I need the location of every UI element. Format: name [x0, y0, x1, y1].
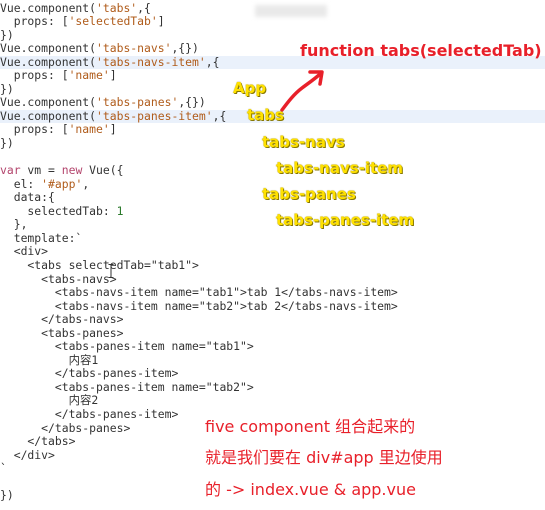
code-line: <tabs-navs-item name="tab2">tab 2</tabs-… — [0, 298, 398, 313]
function-annotation: function tabs(selectedTab) — [300, 41, 542, 60]
code-line: props: ['name'] — [0, 68, 117, 83]
code-line: template:` — [0, 230, 83, 245]
code-line: <tabs-navs> — [0, 271, 117, 286]
tree-app: App — [233, 79, 267, 97]
tree-tabs-navs: tabs-navs — [262, 133, 345, 151]
tree-tabs-panes: tabs-panes — [262, 185, 356, 203]
code-line: selectedTab: 1 — [0, 203, 124, 218]
text-cursor-icon — [108, 264, 114, 278]
note-line-1: five component 组合起来的 — [205, 417, 416, 436]
code-line: <tabs-panes-item name="tab1"> — [0, 339, 254, 354]
code-line: var vm = new Vue({ — [0, 163, 124, 178]
code-line: </tabs-navs> — [0, 312, 124, 327]
code-line: <tabs-navs-item name="tab1">tab 1</tabs-… — [0, 285, 398, 300]
code-line: 内容2 — [0, 393, 99, 408]
code-line: </tabs-panes-item> — [0, 366, 179, 381]
code-line: <tabs-panes-item name="tab2"> — [0, 379, 254, 394]
code-line: Vue.component('tabs',{ — [0, 0, 151, 15]
code-line: 内容1 — [0, 352, 99, 367]
code-line: props: ['selectedTab'] — [0, 14, 165, 29]
code-line: <div> — [0, 244, 49, 259]
code-line: <tabs-panes> — [0, 325, 124, 340]
code-line: <tabs selectedTab="tab1"> — [0, 257, 199, 272]
tree-tabs-navs-item: tabs-navs-item — [276, 159, 404, 177]
note-line-2: 就是我们要在 div#app 里边使用 — [205, 448, 443, 467]
arrow-up-right-icon — [280, 70, 324, 112]
code-line: }) — [0, 81, 14, 96]
code-line: }, — [0, 217, 28, 232]
tree-tabs: tabs — [247, 106, 284, 124]
tree-tabs-panes-item: tabs-panes-item — [276, 211, 415, 229]
note-line-3: 的 -> index.vue & app.vue — [205, 480, 416, 499]
